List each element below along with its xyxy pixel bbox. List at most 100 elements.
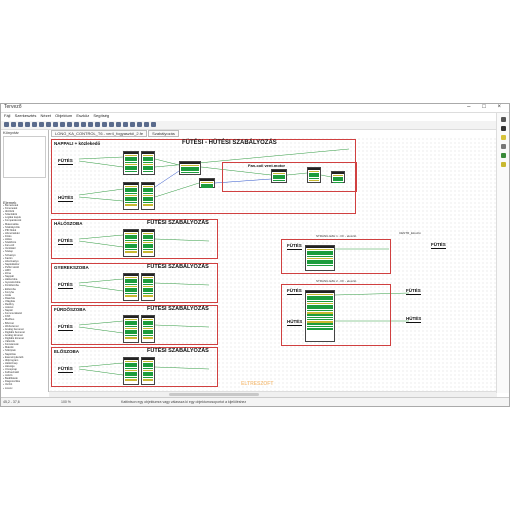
toolbar-button-icon[interactable] (102, 122, 107, 127)
function-block[interactable] (141, 151, 155, 175)
cool-out-label: HÜTÉS (406, 316, 422, 323)
toolbar-button-icon[interactable] (46, 122, 51, 127)
group-title: FÜTÉSI SZABÁLYOZÁS (147, 306, 209, 312)
group-strang2[interactable]: FÜTÉS HÜTÉS (281, 284, 391, 346)
function-block[interactable] (305, 245, 335, 271)
toolbar-button-icon[interactable] (88, 122, 93, 127)
scroll-thumb[interactable] (169, 393, 259, 396)
toolbar-button-icon[interactable] (151, 122, 156, 127)
function-block[interactable] (307, 167, 321, 183)
status-bar: 45,2 - 37,6 100 % Kattintson egy objektu… (1, 397, 509, 406)
element-tree: BemenetekKimenetekIdőzítőkSzámlálókLogik… (3, 204, 47, 390)
toolbar-button-icon[interactable] (25, 122, 30, 127)
strang2-caption: STRANG EZH 2 - FF - elosztó (316, 279, 357, 283)
note-tool-icon[interactable] (500, 135, 506, 140)
toolbar-button-icon[interactable] (116, 122, 121, 127)
function-block[interactable] (141, 229, 155, 257)
function-block[interactable] (271, 169, 287, 183)
toolbar-button-icon[interactable] (32, 122, 37, 127)
toolbar-button-icon[interactable] (4, 122, 9, 127)
toolbar-button-icon[interactable] (60, 122, 65, 127)
heat-label: FÜTÉS (58, 158, 73, 165)
function-block[interactable] (123, 151, 139, 175)
tab-path[interactable]: LONG_KA_CONTROL_T6 - ver4_fogyasztói_2.f… (51, 130, 148, 137)
group-name: NAPPALI + közlekedő (54, 141, 101, 146)
function-block[interactable] (141, 315, 155, 343)
function-block[interactable] (123, 315, 139, 343)
group-name: GYEREKSZOBA (54, 265, 89, 270)
right-toolbar (496, 113, 509, 393)
toolbar-button-icon[interactable] (144, 122, 149, 127)
toolbar-button-icon[interactable] (67, 122, 72, 127)
diagram-canvas[interactable]: NAPPALI + közlekedő FÜTÉSI - HÜTÉSI SZAB… (49, 137, 497, 392)
heat-label: FÜTÉS (58, 324, 73, 331)
toolbar-button-icon[interactable] (18, 122, 23, 127)
watermark-logo: ELTRESZOFT (241, 381, 274, 387)
function-block[interactable] (199, 178, 215, 188)
group-name: HÁLÓSZOBA (54, 221, 83, 226)
toolbar-button-icon[interactable] (137, 122, 142, 127)
status-zoom: 100 % (61, 400, 71, 404)
heat-out-label: FÜTÉS (431, 242, 446, 249)
title-bar: Tervező – □ × (1, 104, 509, 113)
function-block[interactable] (179, 161, 201, 175)
menu-tools[interactable]: Eszköz (76, 113, 89, 118)
cool-in-label: HÜTÉS (287, 319, 303, 326)
status-message: Kattintson egy objektumra vagy válassza … (121, 400, 247, 404)
pen-tool-icon[interactable] (500, 126, 506, 131)
document-tabs: LONG_KA_CONTROL_T6 - ver4_fogyasztói_2.f… (51, 130, 179, 137)
menu-object[interactable]: Objektum (55, 113, 72, 118)
menu-file[interactable]: Fájl (4, 113, 10, 118)
group-name: ELŐSZOBA (54, 349, 80, 354)
heat-label: FÜTÉS (58, 366, 73, 373)
function-block[interactable] (123, 357, 139, 385)
heat-out-label: FÜTÉS (406, 288, 421, 295)
label-tool-icon[interactable] (500, 162, 506, 167)
maximize-button[interactable]: □ (482, 104, 491, 110)
strang1-caption: STRANG EZH 1 - FF - elosztó (316, 234, 357, 238)
function-block[interactable] (141, 182, 155, 210)
heat-in-label: FÜTÉS (287, 243, 302, 250)
group-title: FÜTÉSI SZABÁLYOZÁS (147, 220, 209, 226)
left-panel: Könyvtár Elemek BemenetekKimenetekIdőzít… (1, 130, 49, 392)
toolbar-button-icon[interactable] (53, 122, 58, 127)
function-block[interactable] (305, 290, 335, 342)
connect-tool-icon[interactable] (500, 153, 506, 158)
function-block[interactable] (123, 182, 139, 210)
toolbar-button-icon[interactable] (123, 122, 128, 127)
library-header: Könyvtár (3, 130, 19, 135)
function-block[interactable] (123, 273, 139, 301)
menu-help[interactable]: Segítség (93, 113, 109, 118)
toolbar-button-icon[interactable] (95, 122, 100, 127)
tree-item[interactable]: Licenc (3, 387, 47, 390)
toolbar-button-icon[interactable] (130, 122, 135, 127)
menu-bar: Fájl Szerkesztés Nézet Objektum Eszköz S… (1, 113, 509, 120)
window-title: Tervező (4, 104, 22, 110)
zoom-tool-icon[interactable] (500, 144, 506, 149)
menu-edit[interactable]: Szerkesztés (15, 113, 37, 118)
toolbar-button-icon[interactable] (11, 122, 16, 127)
group-title: FÜTÉSI SZABÁLYOZÁS (147, 264, 209, 270)
function-block[interactable] (123, 229, 139, 257)
heat-label: FÜTÉS (58, 282, 73, 289)
group-strang1[interactable]: FÜTÉS (281, 239, 391, 274)
close-button[interactable]: × (497, 104, 506, 110)
application-window: Tervező – □ × Fájl Szerkesztés Nézet Obj… (0, 103, 510, 407)
group-title: FÜTÉSI - HÜTÉSI SZABÁLYOZÁS (182, 140, 277, 146)
function-block[interactable] (331, 171, 345, 184)
library-preview (3, 136, 46, 178)
group-name: FÜRDŐSZOBA (54, 307, 86, 312)
function-block[interactable] (141, 273, 155, 301)
heat-label: FÜTÉS (58, 238, 73, 245)
toolbar-button-icon[interactable] (39, 122, 44, 127)
toolbar-button-icon[interactable] (74, 122, 79, 127)
fancoil-title: Fan-coil vent.motor (248, 163, 286, 168)
toolbar-button-icon[interactable] (109, 122, 114, 127)
toolbar-button-icon[interactable] (81, 122, 86, 127)
menu-view[interactable]: Nézet (41, 113, 51, 118)
minimize-button[interactable]: – (467, 104, 475, 110)
window-controls: – □ × (467, 104, 506, 110)
function-block[interactable] (141, 357, 155, 385)
pointer-tool-icon[interactable] (500, 117, 506, 122)
tab-control[interactable]: Szabályozás (148, 130, 179, 137)
